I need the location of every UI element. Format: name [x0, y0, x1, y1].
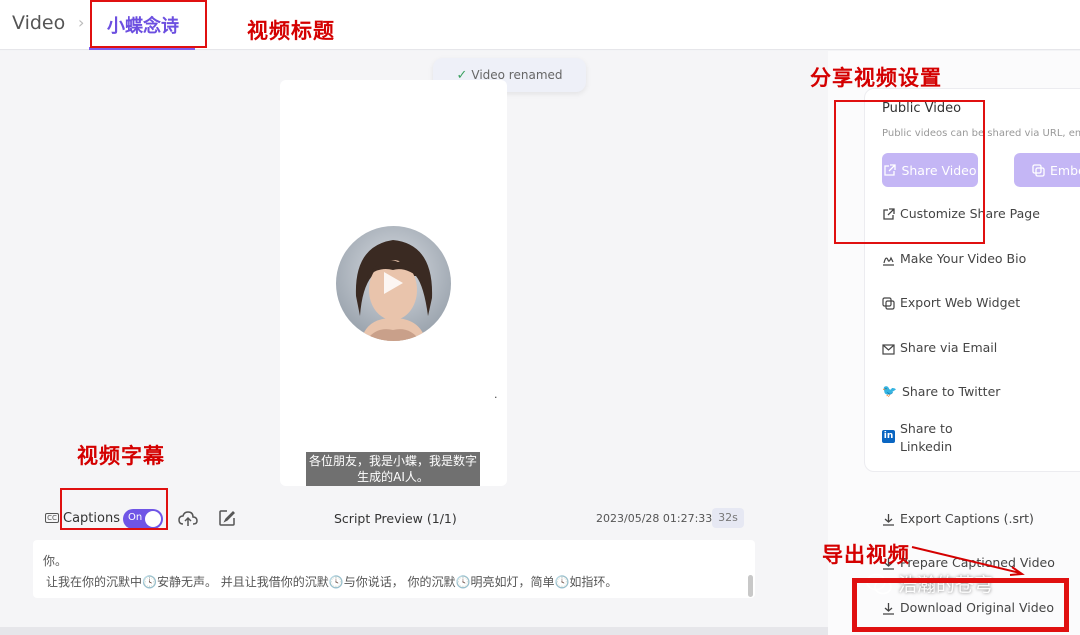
item-label: Share to Twitter — [901, 384, 1001, 399]
cloud-upload-icon[interactable] — [178, 509, 198, 529]
script-line: 让我在你的沉默中🕓安静无声。 并且让我借你的沉默🕓与你说话， 你的沉默🕓明亮如灯… — [46, 575, 618, 589]
script-preview-label: Script Preview (1/1) — [334, 511, 457, 526]
created-timestamp: 2023/05/28 01:27:33 — [596, 512, 713, 525]
caption-subtitle: 各位朋友，我是小蝶，我是数字生成的AI人。 — [306, 452, 480, 486]
edit-icon[interactable] — [218, 509, 236, 527]
copy-icon — [882, 297, 895, 310]
item-label: Export Captions (.srt) — [900, 511, 1034, 526]
share-via-email-item[interactable]: Share via Email — [882, 340, 997, 355]
play-icon[interactable] — [384, 272, 403, 294]
make-video-bio-item[interactable]: Make Your Video Bio — [882, 251, 1026, 266]
embed-button[interactable]: Embe — [1014, 153, 1080, 187]
annotation-box-captions — [60, 488, 168, 530]
email-icon — [882, 344, 895, 355]
twitter-icon: 🐦 — [882, 384, 897, 398]
annotation-box-title — [90, 0, 207, 48]
export-captions-item[interactable]: Export Captions (.srt) — [882, 511, 1034, 526]
annotation-video-title: 视频标题 — [247, 19, 335, 43]
embed-label: Embe — [1050, 162, 1080, 178]
script-line: 你。 — [43, 554, 68, 568]
item-label: Share via Email — [900, 340, 998, 355]
breadcrumb-chevron-icon: › — [78, 13, 85, 32]
share-to-linkedin-item[interactable]: in Share to Linkedin — [882, 420, 970, 456]
annotation-share-settings: 分享视频设置 — [810, 66, 942, 90]
annotation-box-export — [852, 578, 1069, 632]
annotation-export: 导出视频 — [822, 543, 910, 567]
signature-icon — [883, 256, 894, 266]
linkedin-icon: in — [882, 430, 895, 443]
duration-badge: 32s — [712, 508, 744, 528]
script-scrollbar[interactable] — [748, 575, 753, 597]
export-web-widget-item[interactable]: Export Web Widget — [882, 295, 1020, 310]
annotation-box-share — [834, 100, 985, 244]
item-label: Export Web Widget — [900, 295, 1021, 310]
closed-captions-icon: CC — [45, 513, 59, 523]
bottom-scroll-track — [0, 627, 828, 635]
item-label: Make Your Video Bio — [900, 251, 1027, 266]
share-to-twitter-item[interactable]: 🐦 Share to Twitter — [882, 384, 1000, 399]
item-label: Share to Linkedin — [900, 421, 953, 454]
annotation-captions: 视频字幕 — [77, 444, 165, 468]
player-dot: . — [494, 388, 498, 401]
copy-icon — [1032, 163, 1045, 177]
annotation-arrow — [911, 546, 1025, 576]
download-icon — [883, 514, 894, 526]
script-text-area[interactable]: 你。 让我在你的沉默中🕓安静无声。 并且让我借你的沉默🕓与你说话， 你的沉默🕓明… — [33, 540, 755, 598]
breadcrumb-video-link[interactable]: Video — [12, 12, 65, 34]
